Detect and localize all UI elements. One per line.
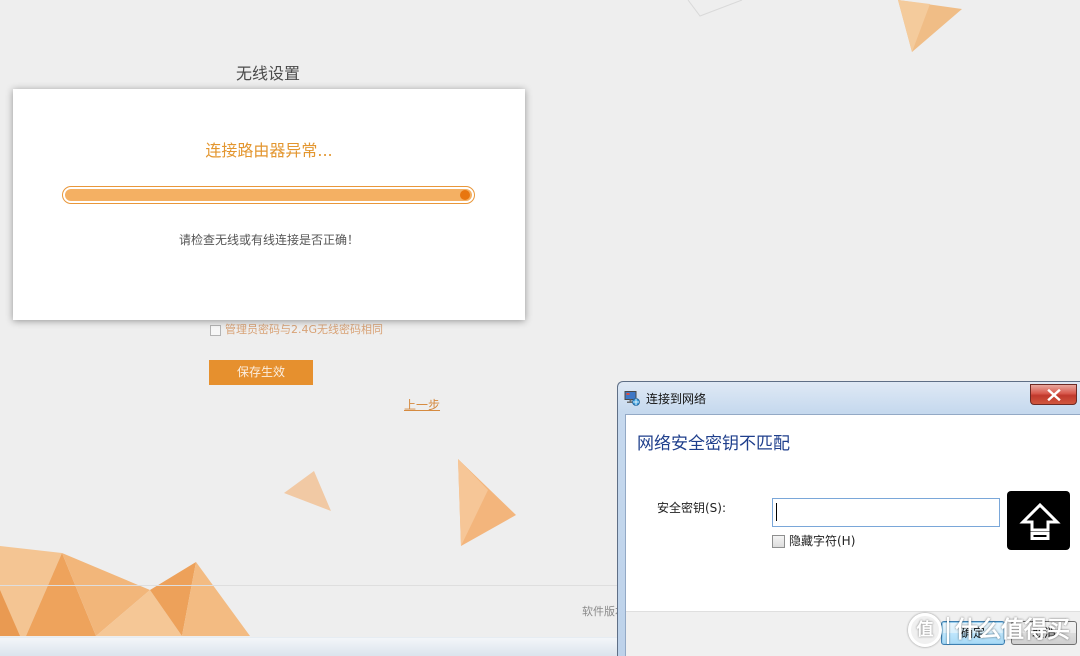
- page-title: 无线设置: [235, 64, 300, 83]
- hide-characters-checkbox[interactable]: [772, 535, 785, 548]
- footer-divider: [0, 585, 617, 586]
- watermark-brand: 什么值得买: [955, 617, 1070, 643]
- watermark-divider: [947, 617, 949, 644]
- caps-lock-icon: [1007, 491, 1070, 550]
- same-password-label[interactable]: 管理员密码与2.4G无线密码相同: [225, 323, 383, 337]
- same-password-checkbox[interactable]: [210, 325, 221, 336]
- modal-message: 请检查无线或有线连接是否正确！: [178, 233, 359, 247]
- connection-progress-bar: [62, 186, 475, 204]
- progress-knob: [460, 190, 470, 200]
- back-link[interactable]: 上一步: [404, 398, 440, 413]
- security-key-input[interactable]: [772, 498, 1000, 527]
- decor-triangle: [284, 471, 331, 511]
- main-instruction: 网络安全密钥不匹配: [637, 434, 790, 454]
- network-icon: [624, 390, 640, 406]
- dialog-title: 连接到网络: [646, 392, 707, 406]
- progress-fill: [65, 189, 472, 201]
- security-key-label: 安全密钥(S):: [657, 501, 727, 515]
- save-button[interactable]: 保存生效: [209, 360, 313, 385]
- watermark-badge: 值: [908, 613, 942, 647]
- close-button[interactable]: [1030, 384, 1077, 405]
- text-cursor: [776, 503, 777, 521]
- taskbar-strip: [0, 637, 617, 656]
- connect-network-dialog[interactable]: 连接到网络 网络安全密钥不匹配 安全密钥(S): 隐藏字符(H) 确定 取消: [617, 381, 1080, 656]
- decor-line: [687, 0, 743, 17]
- router-error-modal: 连接路由器异常... 请检查无线或有线连接是否正确！: [13, 89, 525, 320]
- hide-characters-label[interactable]: 隐藏字符(H): [789, 533, 855, 549]
- modal-title: 连接路由器异常...: [205, 141, 333, 160]
- close-icon: [1047, 389, 1061, 401]
